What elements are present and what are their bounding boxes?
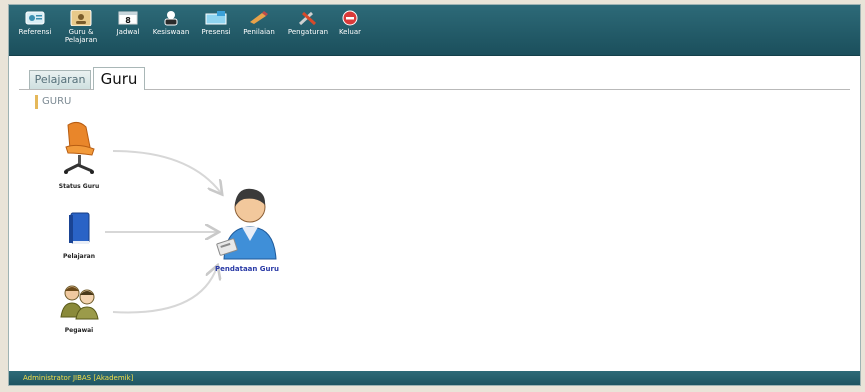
node-status-guru[interactable]: Status Guru: [49, 121, 109, 190]
node-pelajaran-label: Pelajaran: [63, 253, 95, 260]
app-window: Referensi Guru & Pelajaran 8 Jadwal Kesi…: [8, 4, 861, 386]
node-pendataan-guru[interactable]: Pendataan Guru: [209, 181, 285, 273]
node-pendataan-guru-label: Pendataan Guru: [215, 265, 279, 273]
arrow-status-to-target: [112, 150, 221, 193]
node-pegawai[interactable]: Pegawai: [53, 283, 105, 334]
arrow-pegawai-to-target: [112, 267, 217, 314]
teacher-person-icon: [216, 188, 277, 260]
people-icon: [60, 285, 99, 320]
status-bar: Administrator JIBAS [Akademik]: [9, 371, 860, 385]
node-pegawai-label: Pegawai: [64, 327, 94, 334]
book-icon: [69, 212, 90, 244]
flow-arrows: [105, 150, 860, 314]
office-chair-icon: [64, 121, 95, 174]
node-pelajaran[interactable]: Pelajaran: [57, 211, 101, 260]
node-status-guru-label: Status Guru: [58, 183, 100, 190]
